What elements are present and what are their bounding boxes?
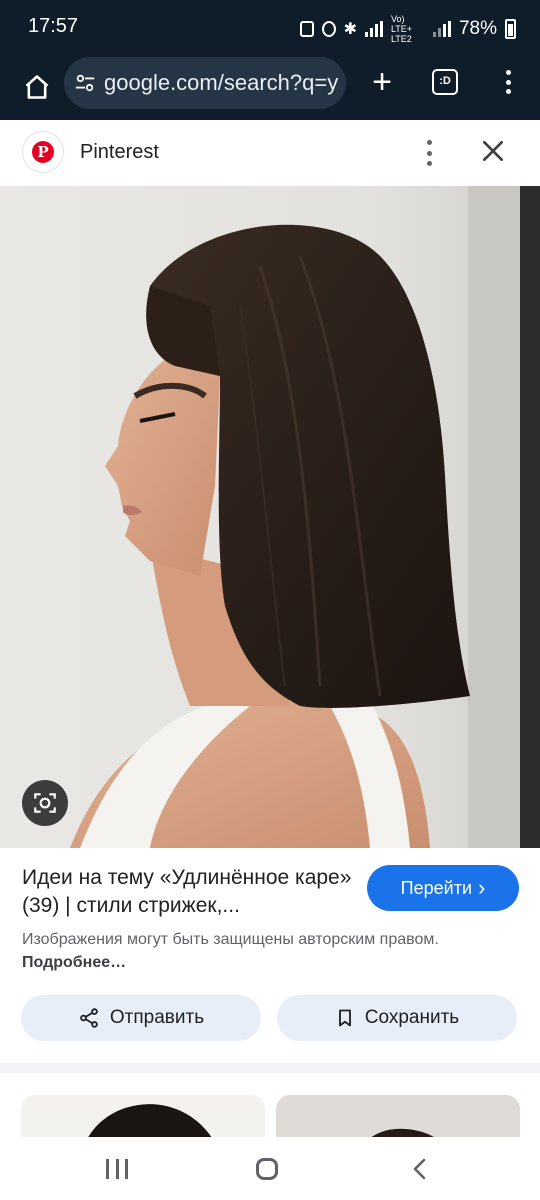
result-info: Идеи на тему «Удлинённое каре» (39) | ст… [0,848,540,1063]
result-title[interactable]: Идеи на тему «Удлинённое каре» (39) | ст… [22,864,357,920]
share-icon [80,1008,98,1028]
status-bar: 17:57 ✱ Vo) LTE+ LTE2 78% [0,0,540,56]
status-time: 17:57 [28,15,79,37]
copyright-notice: Изображения могут быть защищены авторски… [22,928,442,974]
hair-photo [0,186,540,848]
chevron-right-icon: › [478,875,486,900]
save-label: Сохранить [364,1007,460,1028]
share-label: Отправить [109,1007,205,1028]
lens-icon [34,793,56,813]
source-name[interactable]: Pinterest [80,141,159,164]
network-type: Vo) LTE+ LTE2 [390,14,413,44]
url-text[interactable]: google.com/search?q=y [104,70,344,96]
home-icon [25,75,49,99]
copyright-text: Изображения могут быть защищены авторски… [22,931,439,948]
cell-signal-icon [432,21,451,37]
system-nav-bar [0,1137,540,1200]
related-image-2[interactable] [276,1095,520,1137]
bookmark-icon [338,1009,351,1027]
home-button[interactable] [14,64,60,110]
notification-icon [299,21,314,37]
source-header: P Pinterest [0,120,540,186]
back-icon[interactable] [408,1157,432,1181]
bluetooth-icon: ✱ [343,21,357,38]
more-info-link[interactable]: Подробнее… [22,954,126,971]
battery-percent: 78% [458,18,497,39]
pinterest-logo: P [22,131,64,173]
close-icon[interactable] [480,138,506,164]
section-divider [0,1063,540,1073]
tab-switcher-button[interactable]: :D [432,69,458,95]
more-options-button[interactable] [418,140,440,166]
browser-toolbar: google.com/search?q=y + :D [0,56,540,120]
alarm-icon [321,21,336,37]
recent-apps-button[interactable] [106,1159,128,1179]
related-image-1[interactable] [21,1095,265,1137]
related-images [0,1073,540,1137]
battery-icon [505,19,516,39]
home-nav-button[interactable] [256,1158,278,1180]
save-button[interactable]: Сохранить [277,995,517,1041]
wifi-signal-icon [364,21,383,37]
result-image[interactable] [0,186,540,848]
visit-button[interactable]: Перейти › [367,865,519,911]
visit-button-label: Перейти [400,877,472,898]
share-button[interactable]: Отправить [21,995,261,1041]
status-icons: ✱ Vo) LTE+ LTE2 78% [299,14,516,44]
site-settings-icon[interactable] [74,72,96,94]
google-lens-button[interactable] [22,780,68,826]
browser-menu-button[interactable] [496,64,520,100]
address-bar[interactable]: google.com/search?q=y [64,57,346,109]
new-tab-button[interactable]: + [360,60,404,104]
